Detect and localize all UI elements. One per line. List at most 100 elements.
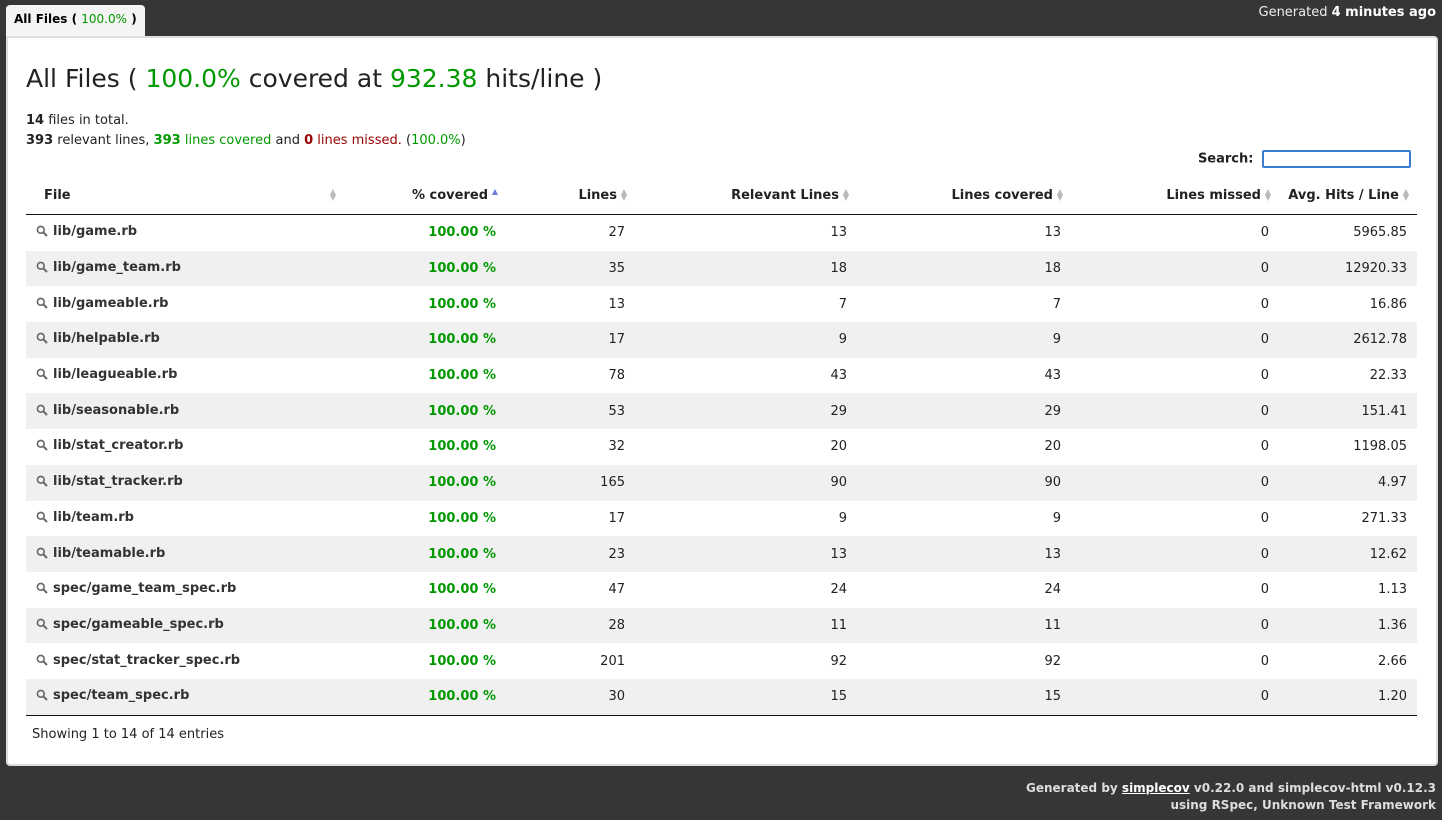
- magnifier-icon[interactable]: [36, 225, 48, 241]
- lines-covered-cell: 20: [1044, 439, 1061, 455]
- sort-arrows-icon: ▲ ▼: [1264, 187, 1271, 202]
- file-name-link[interactable]: lib/seasonable.rb: [53, 403, 179, 418]
- title-hits: 932.38: [389, 64, 478, 93]
- avg-hits-cell: 1.36: [1279, 607, 1417, 644]
- avg-hits-cell: 12920.33: [1279, 250, 1417, 287]
- file-name-link[interactable]: spec/gameable_spec.rb: [53, 617, 224, 632]
- file-name-link[interactable]: spec/game_team_spec.rb: [53, 581, 236, 596]
- file-name-link[interactable]: lib/game_team.rb: [53, 260, 181, 275]
- lines-covered-cell: 13: [1044, 225, 1061, 241]
- file-cell[interactable]: spec/gameable_spec.rb: [26, 607, 344, 644]
- relevant-lines-cell: 7: [838, 296, 847, 312]
- sort-arrows-icon: ▲ ▼: [1402, 187, 1409, 202]
- column-header-label: Lines: [578, 187, 617, 203]
- table-row: lib/team.rb 100.00 % 17 9 9 0 271.33: [26, 501, 1417, 537]
- lines-covered-cell: 11: [857, 607, 1071, 644]
- lines-covered-cell: 13: [857, 536, 1071, 572]
- file-name-link[interactable]: lib/leagueable.rb: [53, 367, 177, 382]
- simplecov-link[interactable]: simplecov: [1122, 781, 1190, 795]
- relevant-count: 393: [26, 133, 54, 148]
- lines-missed-cell: 0: [1260, 368, 1269, 384]
- table-row: lib/stat_creator.rb 100.00 % 32 20 20 0 1198.0…: [26, 429, 1417, 465]
- avg-hits-cell: 271.33: [1361, 510, 1408, 526]
- file-name-link[interactable]: lib/stat_creator.rb: [53, 438, 183, 453]
- lines-covered-cell: 90: [857, 464, 1071, 501]
- sort-arrows-icon: ▲ ▼: [842, 187, 849, 202]
- magnifier-icon[interactable]: [36, 261, 48, 277]
- tab-label: All Files: [14, 12, 68, 26]
- magnifier-icon[interactable]: [36, 475, 48, 491]
- magnifier-icon[interactable]: [36, 689, 48, 705]
- file-cell[interactable]: lib/gameable.rb: [26, 286, 344, 322]
- column-header-lines-covered[interactable]: Lines covered ▲ ▼: [857, 176, 1071, 215]
- page-footer: Generated by simplecov v0.22.0 and simpl…: [1026, 780, 1436, 814]
- pct-covered-cell: 100.00 %: [344, 322, 506, 358]
- file-cell[interactable]: lib/seasonable.rb: [26, 393, 344, 430]
- file-cell[interactable]: lib/game_team.rb: [26, 250, 344, 287]
- magnifier-icon[interactable]: [36, 582, 48, 598]
- file-cell[interactable]: spec/team_spec.rb: [26, 678, 344, 716]
- magnifier-icon[interactable]: [36, 618, 48, 634]
- relevant-lines-cell: 13: [830, 225, 847, 241]
- relevant-lines-cell: 20: [830, 439, 847, 455]
- column-header-label: Lines covered: [951, 187, 1053, 203]
- magnifier-icon[interactable]: [36, 654, 48, 670]
- file-cell[interactable]: spec/stat_tracker_spec.rb: [26, 643, 344, 679]
- footer-line-1: Generated by simplecov v0.22.0 and simpl…: [1026, 780, 1436, 797]
- column-header-relevant-lines[interactable]: Relevant Lines ▲ ▼: [635, 176, 857, 215]
- file-cell[interactable]: lib/game.rb: [26, 215, 344, 251]
- relevant-lines-cell: 11: [635, 607, 857, 644]
- entries-status: Showing 1 to 14 of 14 entries: [32, 727, 224, 742]
- lines-covered-cell: 18: [857, 250, 1071, 287]
- file-cell[interactable]: lib/team.rb: [26, 501, 344, 537]
- lines-missed-cell: 0: [1071, 678, 1279, 716]
- lines-cell: 13: [608, 296, 625, 312]
- lines-covered-cell: 92: [1044, 653, 1061, 669]
- avg-hits-cell: 4.97: [1279, 464, 1417, 501]
- search-input[interactable]: [1262, 150, 1411, 168]
- file-name-link[interactable]: lib/stat_tracker.rb: [53, 474, 183, 489]
- file-cell[interactable]: lib/leagueable.rb: [26, 358, 344, 394]
- column-header-lines[interactable]: Lines ▲ ▼: [506, 176, 635, 215]
- file-name-link[interactable]: lib/teamable.rb: [53, 546, 165, 561]
- lines-missed-cell: 0: [1260, 225, 1269, 241]
- lines-covered-cell: 43: [1044, 368, 1061, 384]
- lines-missed-cell: 0: [1071, 393, 1279, 430]
- magnifier-icon[interactable]: [36, 368, 48, 384]
- lines-cell: 32: [608, 439, 625, 455]
- file-cell[interactable]: lib/stat_creator.rb: [26, 429, 344, 465]
- file-name-link[interactable]: spec/team_spec.rb: [53, 688, 189, 703]
- table-row: lib/game_team.rb 100.00 % 35 18 18 0 12920.33: [26, 250, 1417, 287]
- magnifier-icon[interactable]: [36, 547, 48, 563]
- magnifier-icon[interactable]: [36, 332, 48, 348]
- magnifier-icon[interactable]: [36, 297, 48, 313]
- magnifier-icon[interactable]: [36, 404, 48, 420]
- missed-count: 0: [304, 133, 314, 148]
- tab-coverage-pct: 100.0%: [81, 12, 128, 26]
- file-name-link[interactable]: lib/gameable.rb: [53, 296, 168, 311]
- files-total-line: 14 files in total.: [26, 111, 466, 131]
- column-header-avg-hits[interactable]: Avg. Hits / Line ▲ ▼: [1279, 176, 1417, 215]
- file-name-link[interactable]: lib/team.rb: [53, 510, 134, 525]
- tab-all-files[interactable]: All Files ( 100.0% ): [6, 5, 145, 36]
- column-header-pct-covered[interactable]: % covered ▲▼: [344, 176, 506, 215]
- file-cell[interactable]: lib/stat_tracker.rb: [26, 464, 344, 501]
- lines-cell: 30: [506, 678, 635, 716]
- column-header-file[interactable]: File ▲ ▼: [26, 176, 344, 215]
- file-cell[interactable]: lib/helpable.rb: [26, 322, 344, 358]
- file-cell[interactable]: spec/game_team_spec.rb: [26, 572, 344, 608]
- column-header-lines-missed[interactable]: Lines missed ▲ ▼: [1071, 176, 1279, 215]
- file-name-link[interactable]: lib/game.rb: [53, 224, 137, 239]
- coverage-table: File ▲▼ % covered ▲▼ Lines ▲▼ Relevant L…: [26, 176, 1417, 716]
- file-name-link[interactable]: lib/helpable.rb: [53, 331, 160, 346]
- lines-cell: 201: [600, 653, 625, 669]
- pct-covered-cell: 100.00 %: [344, 393, 506, 430]
- relevant-lines-cell: 29: [635, 393, 857, 430]
- title-suffix: hits/line ): [485, 64, 603, 93]
- file-cell[interactable]: lib/teamable.rb: [26, 536, 344, 572]
- file-name-link[interactable]: spec/stat_tracker_spec.rb: [53, 653, 240, 668]
- magnifier-icon[interactable]: [36, 439, 48, 455]
- avg-hits-cell: 151.41: [1279, 393, 1417, 430]
- magnifier-icon[interactable]: [36, 511, 48, 527]
- table-row: spec/team_spec.rb 100.00 % 30 15 15 0 1.20: [26, 678, 1417, 716]
